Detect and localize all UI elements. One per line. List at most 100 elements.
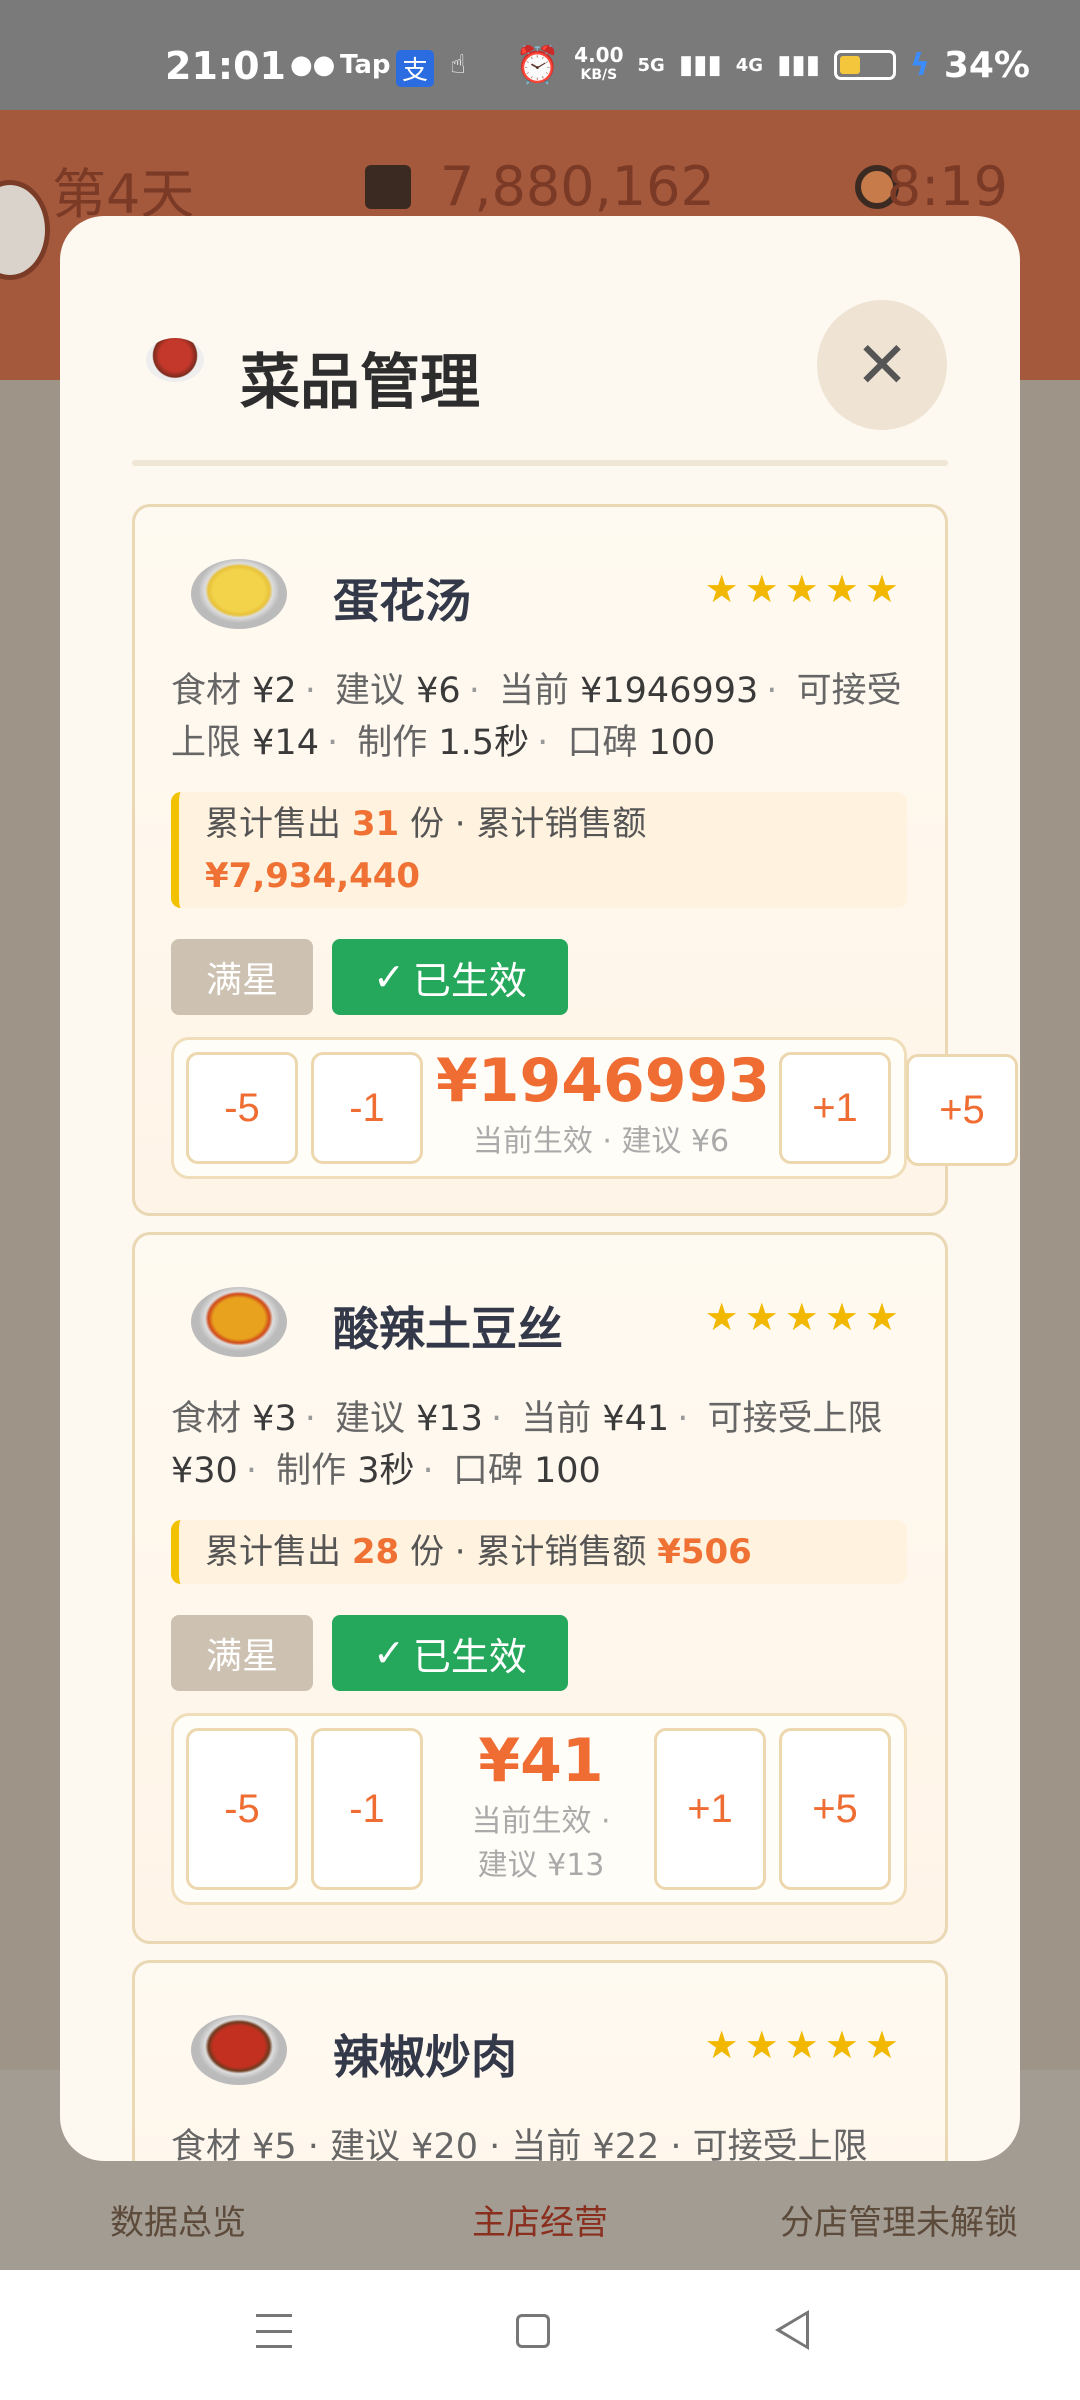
plus-1-button[interactable]: +1 xyxy=(779,1052,891,1164)
touch-icon: ☝ xyxy=(450,50,466,80)
info-label: 制作 xyxy=(276,1451,347,1491)
info-value: 100 xyxy=(533,1451,601,1491)
dish-name: 辣椒炒肉 xyxy=(333,2030,517,2084)
info-value: 100 xyxy=(648,723,716,763)
info-value: ¥1946993 xyxy=(580,671,759,711)
info-label: 可接受上限 xyxy=(707,1399,883,1439)
info-label: 口碑 xyxy=(452,1451,523,1491)
charging-icon: ϟ xyxy=(910,47,930,83)
dish-management-modal: 菜品管理 ✕ 蛋花汤 ★★★★★ 食材 ¥2 · 建议 ¥6 · 当前 ¥19469… xyxy=(60,216,1020,2161)
full-star-tag: 满星 xyxy=(171,939,313,1015)
signal-4g: 4G xyxy=(735,54,764,76)
signal-bars-icon: ▮▮▮ xyxy=(678,50,722,80)
sales-label: 累计销售额 xyxy=(476,1532,647,1572)
game-clock: 8:19 xyxy=(886,155,1008,218)
info-label: 制作 xyxy=(357,723,428,763)
info-value: ¥2 xyxy=(252,671,297,711)
active-tag-label: 已生效 xyxy=(412,1634,527,1679)
price-display: ¥41 当前生效 · 建议 ¥13 xyxy=(436,1726,646,1884)
menu-icon[interactable] xyxy=(256,2314,292,2348)
wechat-icon: ●● xyxy=(290,50,336,80)
nav-branch-locked[interactable]: 分店管理未解锁 xyxy=(780,2195,1018,2244)
net-speed-unit: KB/S xyxy=(580,67,618,83)
sales-summary: 累计售出 28 份 · 累计销售额 ¥506 xyxy=(171,1520,907,1584)
sold-count: 28 xyxy=(351,1532,400,1572)
battery-icon xyxy=(834,50,897,80)
signal-bars-icon: ▮▮▮ xyxy=(777,50,821,80)
plus-5-button[interactable]: +5 xyxy=(906,1054,1018,1166)
net-speed-value: 4.00 xyxy=(574,43,624,67)
price-subtext: 建议 ¥13 xyxy=(477,1848,605,1883)
revenue-value: ¥7,934,440 xyxy=(205,856,421,896)
dish-info: 食材 ¥2 · 建议 ¥6 · 当前 ¥1946993 · 可接受上限 ¥14 · 制作… xyxy=(171,671,902,763)
minus-5-button[interactable]: -5 xyxy=(186,1728,298,1890)
modal-title: 菜品管理 xyxy=(240,348,480,418)
system-nav-bar xyxy=(0,2270,1080,2400)
dish-info: 食材 ¥5 · 建议 ¥20 · 当前 ¥22 · 可接受上限 xyxy=(171,2127,868,2161)
dish-card: 辣椒炒肉 ★★★★★ 食材 ¥5 · 建议 ¥20 · 当前 ¥22 · 可接受… xyxy=(132,1960,948,2161)
back-icon[interactable] xyxy=(775,2310,809,2350)
battery-percent: 34% xyxy=(943,44,1030,86)
cash-register-icon xyxy=(365,165,411,209)
sales-label: 累计售出 xyxy=(205,1532,341,1572)
net-speed: 4.00 KB/S xyxy=(574,45,623,85)
minus-5-button[interactable]: -5 xyxy=(186,1052,298,1164)
info-label: 建议 xyxy=(334,1399,405,1439)
sales-unit: 份 xyxy=(409,804,444,844)
egg-soup-icon xyxy=(191,559,287,629)
info-label: 当前 xyxy=(521,1399,592,1439)
check-icon: ✓ xyxy=(373,1631,405,1675)
active-tag: ✓ 已生效 xyxy=(332,1615,568,1691)
dish-title-icon xyxy=(146,338,204,382)
full-star-tag: 满星 xyxy=(171,1615,313,1691)
close-button[interactable]: ✕ xyxy=(817,300,947,430)
dish-card: 酸辣土豆丝 ★★★★★ 食材 ¥3 · 建议 ¥13 · 当前 ¥41 · 可接受上限… xyxy=(132,1232,948,1944)
info-value: ¥30 xyxy=(171,1451,238,1491)
nav-data-overview[interactable]: 数据总览 xyxy=(110,2195,246,2244)
info-value: ¥6 xyxy=(416,671,461,711)
dish-name: 蛋花汤 xyxy=(333,574,471,628)
taptap-icon: Tap xyxy=(340,50,391,80)
modal-header: 菜品管理 ✕ xyxy=(60,216,1020,466)
info-label: 当前 xyxy=(498,671,569,711)
status-bar: 21:01 ●● Tap 支 ☝ ⏰ 4.00 KB/S 5G ▮▮▮ 4G ▮… xyxy=(0,0,1080,110)
potato-dish-icon xyxy=(191,1287,287,1357)
info-label: 建议 xyxy=(334,671,405,711)
price-subtext: 当前生效 · xyxy=(471,1804,611,1839)
sales-label: 累计售出 xyxy=(205,804,341,844)
pepper-pork-icon xyxy=(191,2015,287,2085)
price-adjuster: -5 -1 ¥1946993 当前生效 · 建议 ¥6 +1 xyxy=(171,1037,907,1179)
sales-summary: 累计售出 31 份 · 累计销售额 ¥7,934,440 xyxy=(171,792,907,908)
minus-1-button[interactable]: -1 xyxy=(311,1052,423,1164)
plus-5-button[interactable]: +5 xyxy=(779,1728,891,1890)
dish-card: 蛋花汤 ★★★★★ 食材 ¥2 · 建议 ¥6 · 当前 ¥1946993 · 可接受… xyxy=(132,504,948,1216)
price-display: ¥1946993 当前生效 · 建议 ¥6 xyxy=(436,1046,770,1160)
info-value: ¥14 xyxy=(252,723,319,763)
nav-main-store[interactable]: 主店经营 xyxy=(472,2195,608,2244)
current-price: ¥41 xyxy=(478,1726,604,1796)
money-counter: 7,880,162 xyxy=(440,155,715,218)
alarm-icon: ⏰ xyxy=(515,45,561,86)
current-price: ¥1946993 xyxy=(436,1046,770,1116)
info-label: 食材 xyxy=(171,671,242,711)
divider xyxy=(132,460,948,466)
info-value: 3秒 xyxy=(357,1451,415,1491)
minus-1-button[interactable]: -1 xyxy=(311,1728,423,1890)
plus-1-button[interactable]: +1 xyxy=(654,1728,766,1890)
price-subtext: 当前生效 · 建议 ¥6 xyxy=(472,1124,730,1159)
check-icon: ✓ xyxy=(373,955,405,999)
dish-name: 酸辣土豆丝 xyxy=(333,1302,563,1356)
star-rating: ★★★★★ xyxy=(704,1295,905,1339)
info-label: 食材 xyxy=(171,1399,242,1439)
sold-count: 31 xyxy=(351,804,400,844)
dish-info: 食材 ¥3 · 建议 ¥13 · 当前 ¥41 · 可接受上限 ¥30 · 制作 3秒 ·… xyxy=(171,1399,883,1491)
active-tag: ✓ 已生效 xyxy=(332,939,568,1015)
info-value: ¥41 xyxy=(602,1399,670,1439)
active-tag-label: 已生效 xyxy=(412,958,527,1003)
home-icon[interactable] xyxy=(516,2314,550,2348)
revenue-value: ¥506 xyxy=(657,1532,752,1572)
info-label: 口碑 xyxy=(567,723,638,763)
sales-label: 累计销售额 xyxy=(476,804,647,844)
info-value: ¥13 xyxy=(416,1399,483,1439)
price-adjuster: -5 -1 ¥41 当前生效 · 建议 ¥13 +1 +5 xyxy=(171,1713,907,1905)
